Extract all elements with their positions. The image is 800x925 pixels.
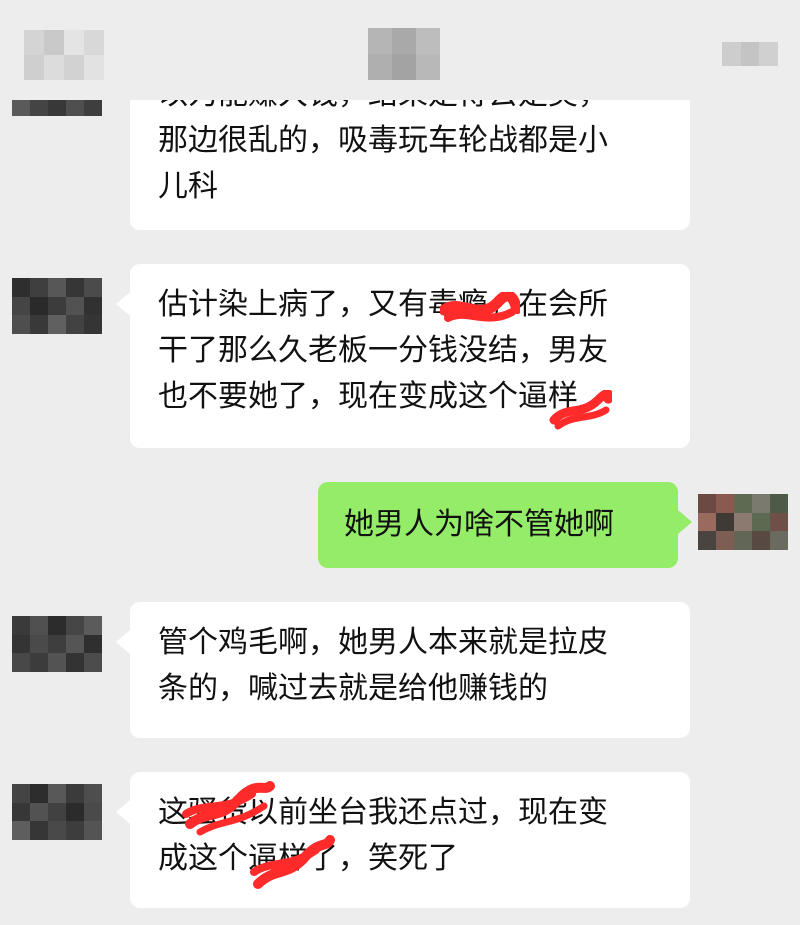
message-line: 也不要她了，现在变成这个逼样 [158,379,578,414]
avatar[interactable] [12,784,102,840]
avatar[interactable] [698,494,788,550]
message-line: 干了那么久老板一分钱没结，男友 [158,333,608,368]
avatar[interactable] [12,278,102,334]
message-line: 这骚货以前坐台我还点过，现在变 [158,795,608,830]
chat-area[interactable]: 以为能赚大钱，结果是得去是美， 那边很乱的，吸毒玩车轮战都是小 儿科 估计染上病… [0,0,800,925]
avatar[interactable] [12,616,102,672]
message-bubble[interactable]: 管个鸡毛啊，她男人本来就是拉皮 条的，喊过去就是给他赚钱的 [116,602,690,738]
message-line: 条的，喊过去就是给他赚钱的 [158,671,548,706]
message-bubble[interactable]: 估计染上病了，又有毒瘾，在会所 干了那么久老板一分钱没结，男友 也不要她了，现在… [116,264,690,448]
message-line: 那边很乱的，吸毒玩车轮战都是小 [158,123,608,158]
top-bar [0,0,800,100]
message-bubble[interactable]: 她男人为啥不管她啊 [318,482,692,568]
message-line: 儿科 [158,169,218,204]
message-line: 估计染上病了，又有毒瘾，在会所 [158,287,608,322]
more-icon[interactable] [722,42,778,66]
message-line: 管个鸡毛啊，她男人本来就是拉皮 [158,625,608,660]
message-bubble[interactable]: 这骚货以前坐台我还点过，现在变 成这个逼样了，笑死了 [116,772,690,908]
back-icon[interactable] [24,30,104,80]
message-line: 成这个逼样了，笑死了 [158,841,458,876]
message-line: 她男人为啥不管她啊 [344,507,614,542]
chat-title [368,28,440,80]
